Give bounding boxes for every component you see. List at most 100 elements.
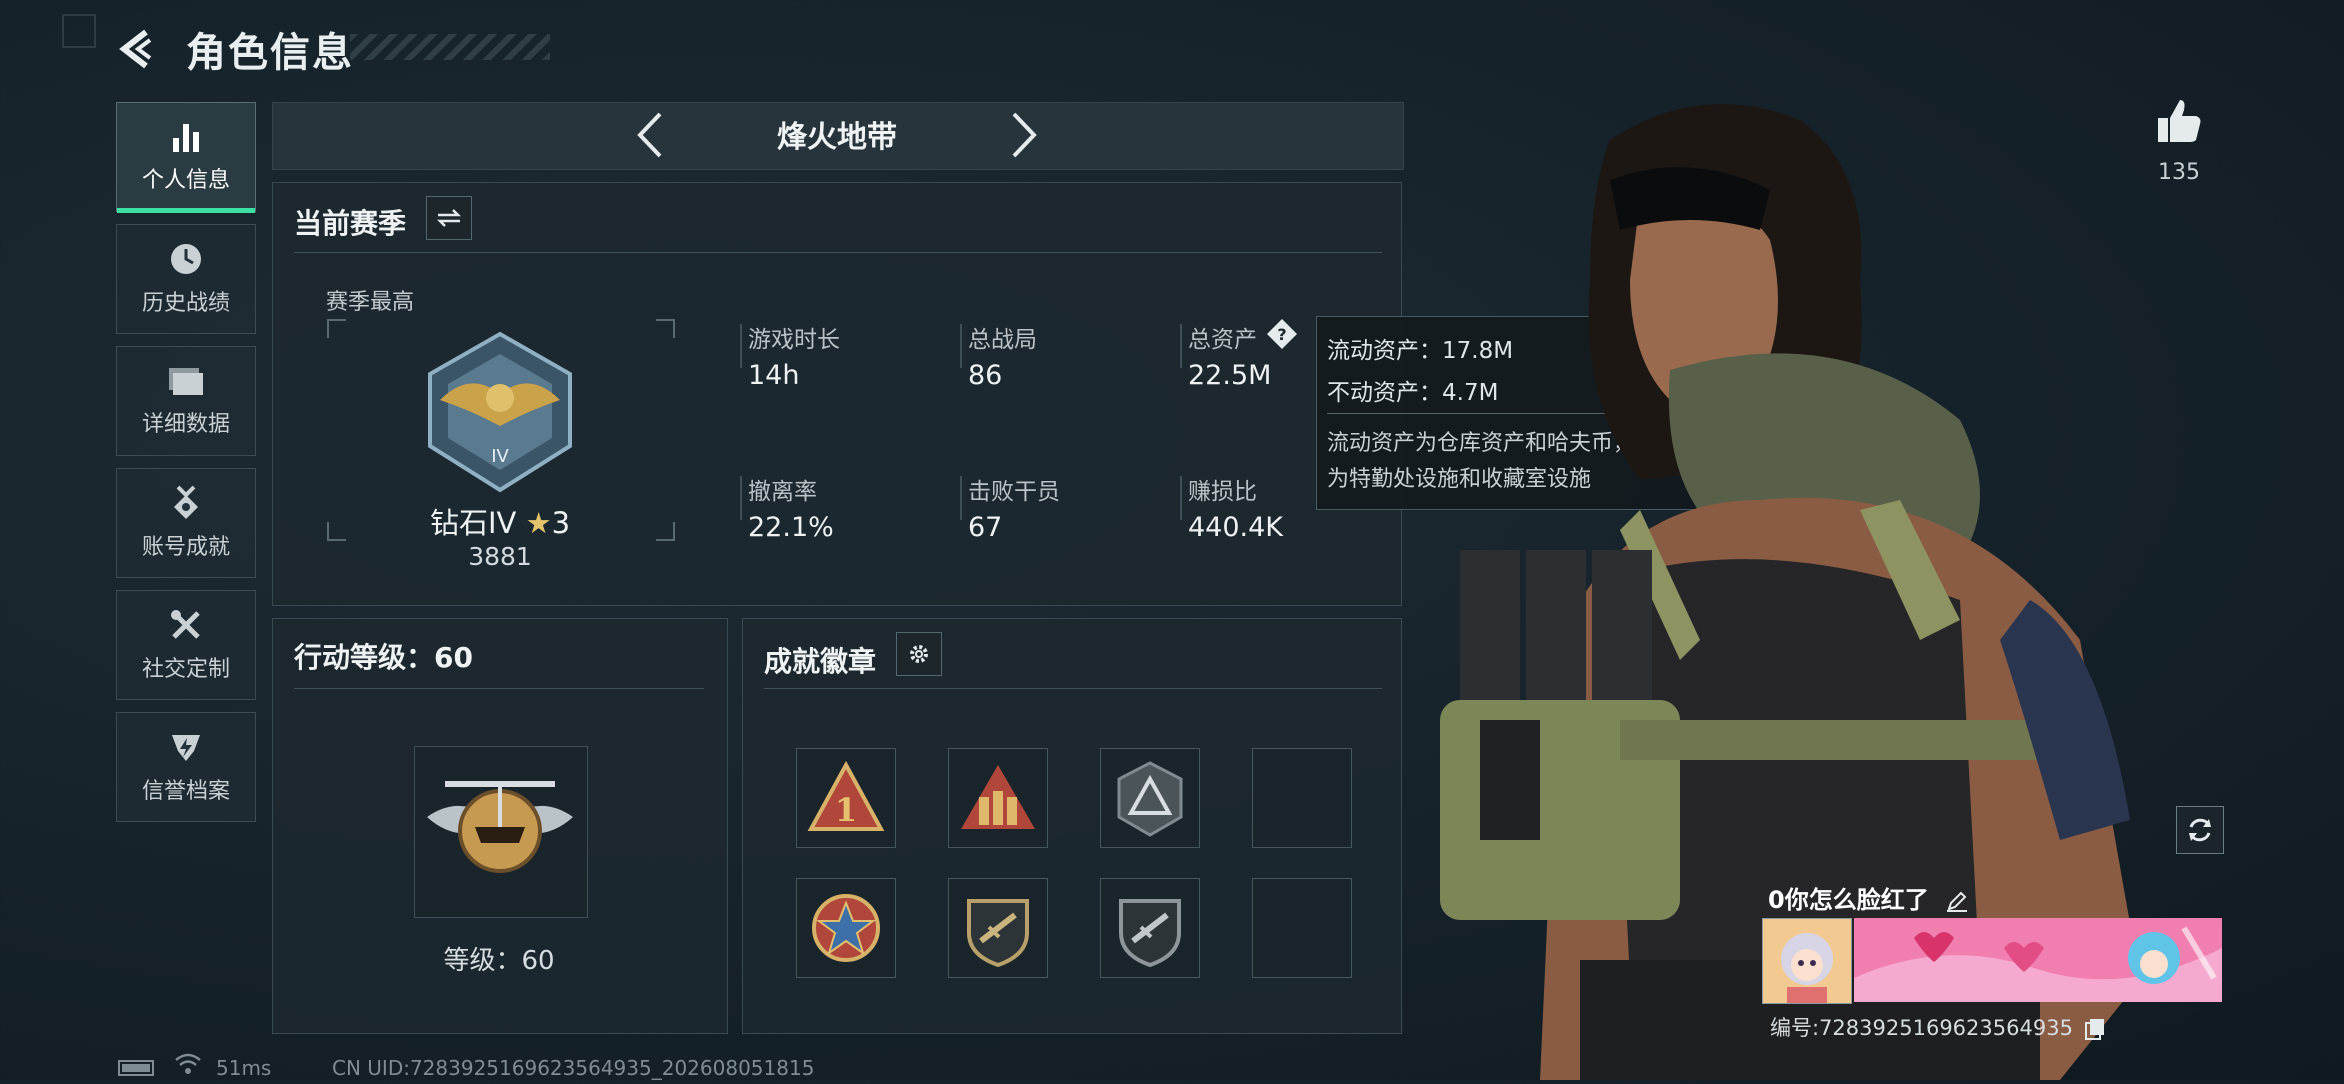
medal-icon: [174, 485, 198, 519]
action-level-text: 等级：60: [443, 946, 555, 976]
rotate-model-button[interactable]: [2176, 806, 2224, 854]
achievement-badge[interactable]: [948, 878, 1048, 978]
svg-text:?: ?: [1277, 325, 1286, 344]
helicopter-badge-icon: [427, 781, 573, 873]
achievements-settings-button[interactable]: [896, 632, 942, 676]
thumbs-up-icon: [2158, 100, 2201, 142]
wifi-icon: [174, 1052, 202, 1081]
triangle-1-badge-icon: 1: [807, 760, 885, 831]
sidebar-item-label: 社交定制: [141, 657, 230, 682]
clock-icon: [171, 244, 201, 274]
star-medal-badge-icon: [812, 894, 880, 962]
rank-points: 3881: [468, 542, 532, 571]
ping-text: 51ms: [216, 1056, 272, 1080]
divider: [764, 688, 1382, 689]
stat-label-extract-rate: 撤离率: [748, 479, 817, 505]
bar-chart-icon: [173, 124, 199, 152]
shield-bolt-icon: [172, 735, 200, 761]
swap-icon: [436, 209, 462, 227]
sidebar-item-details[interactable]: 详细数据: [116, 346, 256, 456]
svg-text:1: 1: [835, 791, 857, 829]
stat-value-profit-ratio: 440.4K: [1188, 512, 1284, 543]
refresh-icon: [2189, 818, 2211, 842]
star-icon: ★: [525, 506, 552, 540]
player-id-text: 编号:7283925169623564935: [1770, 1016, 2073, 1040]
action-level-emblem: [414, 746, 588, 918]
rank-emblem: IV: [420, 330, 580, 494]
player-name: 0你怎么脸红了: [1768, 880, 1969, 915]
battery-icon-shape: [118, 1060, 154, 1076]
stat-value-matches: 86: [968, 360, 1003, 391]
copy-icon[interactable]: [2084, 1017, 2106, 1041]
rifle-shield-badge-icon: [1119, 899, 1181, 968]
wifi-icon-shape: [175, 1053, 201, 1074]
pyramid-badge-icon: [1117, 761, 1183, 837]
sidebar-item-label: 个人信息: [141, 168, 230, 193]
achievement-slot-empty[interactable]: [1252, 878, 1352, 978]
season-title: 当前赛季: [294, 207, 407, 240]
profile-banner: [1854, 918, 2222, 1002]
tools-icon: [171, 610, 200, 639]
stat-label-kills: 击败干员: [968, 479, 1060, 505]
uid-text: CN UID:7283925169623564935_202608051815: [332, 1056, 815, 1080]
soldiers-badge-icon: [961, 765, 1035, 829]
help-icon[interactable]: ?: [1266, 318, 1298, 350]
svg-text:IV: IV: [491, 446, 509, 467]
page-title: 角色信息: [186, 30, 354, 76]
rank-stars: 3: [551, 506, 571, 540]
banner-image: [1854, 918, 2222, 1002]
stat-separator: [1180, 324, 1182, 368]
sidebar-item-social[interactable]: 社交定制: [116, 590, 256, 700]
stat-value-assets: 22.5M: [1188, 360, 1272, 391]
achievement-badge[interactable]: 1: [796, 748, 896, 848]
stat-separator: [740, 324, 742, 368]
sidebar-item-credit[interactable]: 信誉档案: [116, 712, 256, 822]
stat-label-assets: 总资产: [1188, 327, 1257, 353]
achievements-title: 成就徽章: [764, 645, 877, 678]
rifle-shield-badge-icon: [967, 899, 1029, 968]
sidebar-item-label: 账号成就: [141, 535, 230, 560]
rank-name-text: 钻石IV: [429, 506, 517, 540]
title-decoration: [350, 34, 550, 60]
stat-separator: [1180, 476, 1182, 520]
stat-separator: [960, 324, 962, 368]
like-button[interactable]: [2154, 96, 2204, 146]
sidebar-item-label: 详细数据: [141, 412, 230, 437]
folder-icon: [169, 368, 203, 395]
edit-icon[interactable]: [1945, 889, 1969, 913]
player-name-text: 0你怎么脸红了: [1768, 886, 1929, 914]
stat-label-profit-ratio: 赚损比: [1188, 479, 1257, 505]
question-diamond-icon: ?: [1267, 319, 1297, 349]
battery-icon: [118, 1058, 158, 1083]
achievement-badge[interactable]: [1100, 748, 1200, 848]
achievement-badge[interactable]: [796, 878, 896, 978]
stat-value-kills: 67: [968, 512, 1003, 543]
stat-value-extract-rate: 22.1%: [748, 512, 834, 543]
back-button[interactable]: [114, 26, 160, 72]
rank-name: 钻石IV ★3: [420, 500, 580, 542]
corner-decoration: [62, 14, 96, 48]
achievement-badge[interactable]: [1100, 878, 1200, 978]
achievement-badge[interactable]: [948, 748, 1048, 848]
sidebar-item-label: 信誉档案: [141, 779, 230, 804]
stat-separator: [960, 476, 962, 520]
achievement-slot-empty[interactable]: [1252, 748, 1352, 848]
player-id: 编号:7283925169623564935: [1770, 1012, 2106, 1042]
avatar[interactable]: [1762, 918, 1852, 1004]
diamond-rank-icon: IV: [428, 331, 572, 493]
mode-next-button[interactable]: [1006, 110, 1042, 160]
sidebar-item-history[interactable]: 历史战绩: [116, 224, 256, 334]
stat-label-matches: 总战局: [968, 327, 1037, 353]
action-level-title: 行动等级：60: [294, 641, 473, 674]
sidebar-item-label: 历史战绩: [141, 291, 230, 316]
chevron-right-icon: [1012, 112, 1037, 158]
stat-label-playtime: 游戏时长: [748, 327, 840, 353]
sidebar-item-personal-info[interactable]: 个人信息: [116, 102, 256, 213]
stat-value-playtime: 14h: [748, 360, 800, 391]
divider: [294, 252, 1382, 253]
back-arrow-icon: [119, 29, 152, 69]
divider: [294, 688, 704, 689]
season-best-label: 赛季最高: [326, 290, 415, 315]
sidebar-item-achievements[interactable]: 账号成就: [116, 468, 256, 578]
season-switch-button[interactable]: [426, 196, 472, 240]
